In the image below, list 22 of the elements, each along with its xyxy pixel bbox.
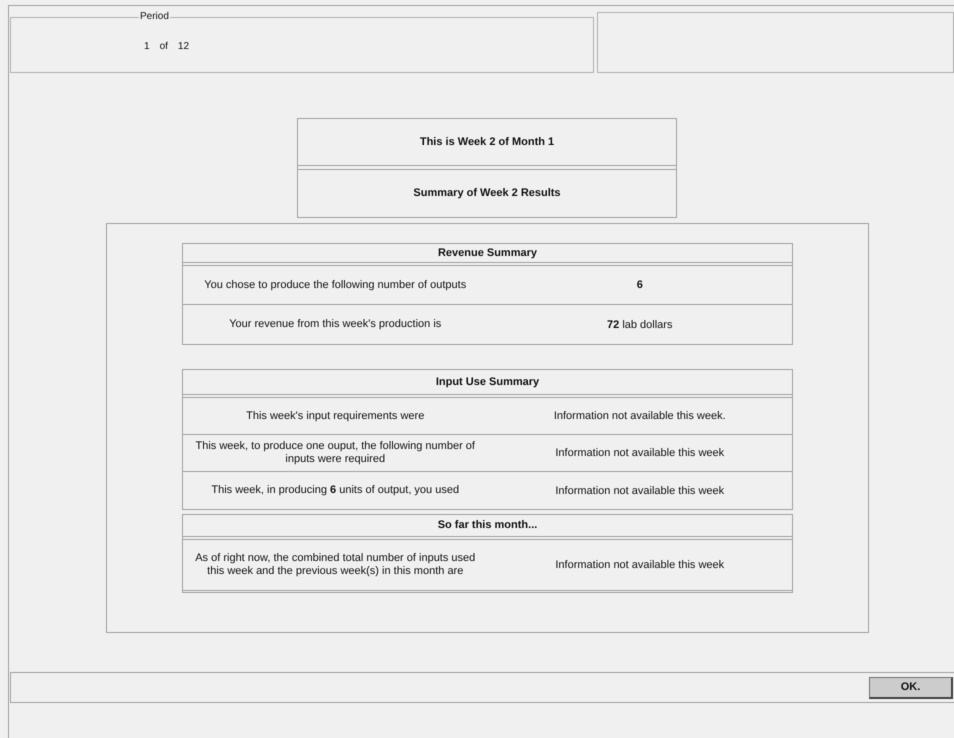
week-title: This is Week 2 of Month 1 xyxy=(420,134,554,150)
table-heading: Revenue Summary xyxy=(438,246,538,261)
period-current: 1 xyxy=(144,40,150,54)
period-total: 12 xyxy=(178,40,190,54)
row-label: You chose to produce the following number of outputs xyxy=(203,278,468,292)
row-value: Information not available this week xyxy=(554,558,726,572)
row-value: 6 xyxy=(636,278,644,292)
row-label: This week, to produce one ouput, the following number of inputs were required xyxy=(194,440,476,466)
row-value: Information not available this week xyxy=(554,484,726,498)
table-heading: Input Use Summary xyxy=(436,374,540,390)
row-label: This week, in producing 6 units of output, you used xyxy=(210,484,460,497)
row-label: Your revenue from this week's production is xyxy=(228,318,442,331)
table-heading: So far this month... xyxy=(438,518,538,534)
row-value: Information not available this week xyxy=(554,446,726,460)
period-legend: Period xyxy=(139,12,170,22)
row-value: Information not available this week. xyxy=(552,409,727,423)
summary-title: Summary of Week 2 Results xyxy=(413,186,561,202)
period-of: of xyxy=(160,40,168,54)
row-label: This week's input requirements were xyxy=(245,410,426,422)
ok-button[interactable]: OK. xyxy=(869,676,953,698)
row-value: 72 lab dollars xyxy=(606,318,674,332)
row-label: As of right now, the combined total number of inputs used this week and the previous week(s) in this month are xyxy=(194,552,476,578)
